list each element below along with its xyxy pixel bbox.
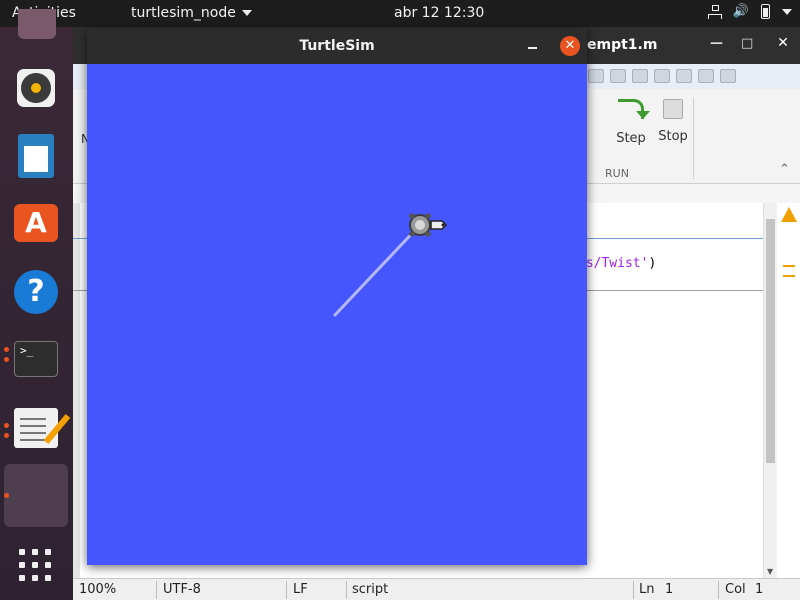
editor-gutter [73, 203, 80, 578]
writer-icon[interactable] [18, 134, 54, 178]
status-divider [346, 581, 347, 599]
line-label: Ln [639, 582, 655, 597]
turtle-icon [409, 213, 448, 237]
line-ending: LF [293, 582, 308, 597]
code-line: gs/Twist') [578, 256, 656, 271]
code-string: gs/Twist' [578, 256, 649, 271]
copy-icon[interactable] [588, 69, 604, 83]
step-icon [618, 99, 650, 119]
software-center-icon[interactable]: A [14, 204, 58, 242]
running-indicator [4, 347, 9, 352]
battery-icon [761, 4, 770, 19]
terminal-icon[interactable]: >_ [14, 341, 58, 377]
warning-icon[interactable] [781, 207, 797, 222]
turtle-canvas-svg [333, 213, 448, 317]
chevron-down-icon [782, 8, 792, 15]
editor-title: empt1.m [587, 37, 658, 53]
warning-marker[interactable] [783, 265, 795, 267]
run-section-label: RUN [605, 167, 629, 180]
app-menu[interactable]: turtlesim_node [131, 5, 252, 21]
running-indicator [4, 433, 9, 438]
rhythmbox-icon[interactable] [17, 69, 55, 107]
line-number: 1 [665, 582, 674, 597]
chevron-down-icon[interactable] [720, 69, 736, 83]
column-number: 1 [755, 582, 764, 597]
scroll-down-icon[interactable]: ▼ [767, 567, 773, 576]
file-mode: script [352, 582, 389, 597]
show-applications-icon[interactable] [19, 549, 53, 583]
redo-icon[interactable] [654, 69, 670, 83]
status-divider [633, 581, 634, 599]
minimize-icon[interactable] [525, 37, 541, 53]
clock[interactable]: abr 12 12:30 [394, 5, 484, 21]
active-app-tile[interactable] [4, 464, 68, 527]
stop-button[interactable]: Stop [656, 99, 690, 144]
turtlesim-title: TurtleSim [299, 38, 375, 54]
turtle-canvas [87, 64, 587, 565]
running-indicator [4, 493, 9, 498]
step-button[interactable]: Step [613, 99, 650, 146]
help-icon[interactable]: ? [14, 270, 58, 314]
network-icon [707, 4, 722, 19]
chevron-down-icon [241, 10, 252, 16]
system-tray[interactable]: 🔊 [707, 4, 792, 19]
text-editor-icon[interactable] [14, 408, 58, 448]
status-divider [718, 581, 719, 599]
turtlesim-window: TurtleSim ✕ [87, 28, 587, 565]
code-analyzer-column [777, 203, 800, 578]
zoom-level: 100% [79, 582, 117, 597]
step-label: Step [616, 131, 646, 146]
status-divider [156, 581, 157, 599]
close-icon[interactable]: ✕ [772, 35, 794, 55]
stop-icon [663, 99, 683, 119]
app-menu-label: turtlesim_node [131, 5, 236, 21]
running-indicator [4, 357, 9, 362]
terminal-prompt: >_ [20, 344, 34, 357]
quick-access-toolbar [588, 69, 736, 83]
paste-icon[interactable] [610, 69, 626, 83]
help-icon[interactable] [698, 69, 714, 83]
scrollbar-thumb[interactable] [766, 219, 775, 463]
minimize-icon[interactable]: — [710, 36, 723, 51]
ribbon-divider [693, 97, 694, 179]
turtlesim-titlebar[interactable]: TurtleSim [87, 28, 587, 64]
top-bar: Activities turtlesim_node abr 12 12:30 🔊 [0, 0, 800, 27]
column-label: Col [725, 582, 746, 597]
switch-windows-icon[interactable] [676, 69, 692, 83]
dock: A ? >_ [0, 9, 73, 600]
undo-icon[interactable] [632, 69, 648, 83]
running-indicator [4, 423, 9, 428]
encoding: UTF-8 [163, 582, 201, 597]
status-divider [286, 581, 287, 599]
code-paren: ) [648, 256, 657, 271]
status-bar: 100% UTF-8 LF script Ln 1 Col 1 [73, 578, 800, 600]
stop-label: Stop [658, 129, 688, 144]
volume-icon: 🔊 [732, 4, 749, 19]
collapse-ribbon-icon[interactable]: ⌃ [779, 162, 790, 177]
files-app-icon[interactable] [18, 9, 56, 39]
pen-trail [333, 223, 422, 317]
close-icon[interactable]: ✕ [560, 36, 580, 56]
vertical-scrollbar[interactable]: ▼ [763, 203, 777, 578]
maximize-icon[interactable]: □ [741, 36, 753, 51]
